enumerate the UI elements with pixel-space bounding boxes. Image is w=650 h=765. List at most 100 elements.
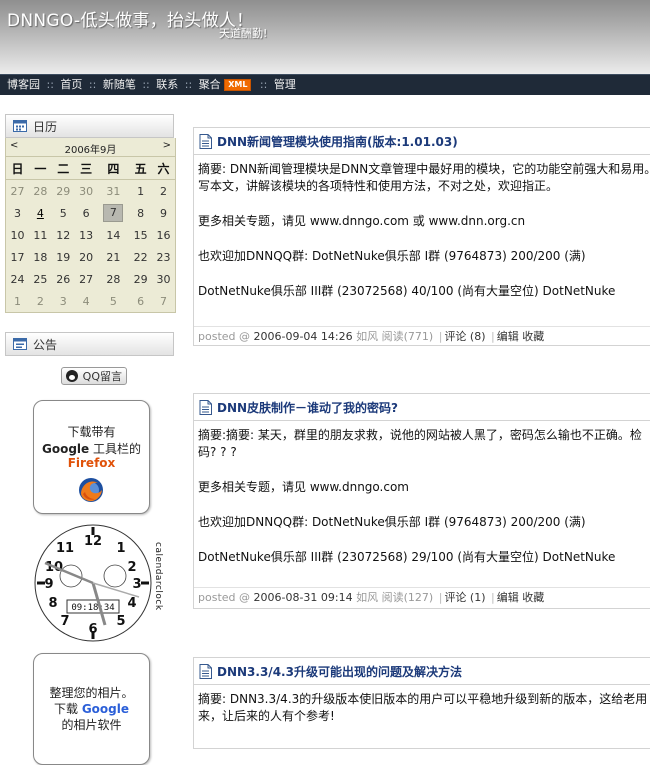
clock-numeral: 9 (44, 577, 53, 592)
firefox-google-toolbar-ad[interactable]: 下载带有 Google 工具栏的 Firefox (33, 400, 150, 514)
calendar-day: 3 (13, 206, 21, 220)
calendar-day-other-month: 1 (13, 294, 21, 308)
nav-separator: :: (259, 78, 268, 91)
post-summary-line: 摘要:摘要: 某天，群里的朋友求救，说他的网站被人黑了，密码怎么输也不正确。检 (198, 428, 642, 442)
calendar-day: 1 (137, 184, 145, 198)
photo-ad-line2: 下载 Google (53, 702, 129, 716)
calendar-day-link[interactable]: 4 (29, 202, 52, 224)
calendar-day-other-month: 2 (36, 294, 44, 308)
ad-line-download: 下载带有 (67, 425, 116, 439)
calendar-day-other-month: 6 (137, 294, 145, 308)
post-summary-line: 码? ? ? (198, 445, 237, 459)
post-edit-link[interactable]: 编辑 (497, 591, 519, 604)
calendar-day-today: 7 (98, 202, 130, 224)
qq-penguin-icon (66, 370, 78, 382)
post-read-count: 阅读(127) (381, 591, 434, 604)
nav-separator: :: (88, 78, 97, 91)
calendar-month-label: 2006年9月 (64, 145, 117, 156)
calendar-day: 13 (79, 228, 94, 242)
post-entry: DNN皮肤制作－谁动了我的密码? 摘要:摘要: 某天，群里的朋友求救，说他的网站… (193, 393, 650, 609)
calendar-day: 16 (156, 228, 171, 242)
post-summary-line: 摘要: DNN新闻管理模块是DNN文章管理中最好用的模块，它的功能空前强大和易用… (198, 162, 650, 176)
qq-message-button[interactable]: QQ留言 (61, 367, 127, 385)
post-footer: posted @ 2006-08-31 09:14 如风 阅读(127) | 评论… (194, 587, 650, 608)
clock-numeral: 1 (116, 541, 125, 556)
analog-clock: 12 1 2 3 4 5 6 7 8 9 10 11 09:18:34 (34, 524, 152, 642)
clock-numeral: 5 (116, 614, 125, 629)
notice-icon (13, 337, 27, 353)
qq-button-label: QQ留言 (82, 370, 122, 383)
calendar-day: 18 (33, 250, 48, 264)
calendar-day-other-month: 27 (10, 184, 25, 198)
post-favorite-link[interactable]: 收藏 (522, 591, 544, 604)
calendar-day: 30 (156, 272, 171, 286)
calendar-day-other-month: 29 (56, 184, 71, 198)
calendar-day: 14 (106, 228, 121, 242)
nav-item-cnblogs[interactable]: 博客园 (7, 78, 40, 91)
calendar: < 2006年9月 > 日一二三四五六 27 28 29 30 31 1 2 3 4 5 6 7 8 9 1… (5, 138, 176, 313)
calendar-title: 日历 (33, 120, 58, 134)
calendar-day: 15 (133, 228, 148, 242)
nav-item-admin[interactable]: 管理 (274, 78, 296, 91)
site-header: DNNGO-低头做事，抬头做人！ 天道酬勤! (0, 0, 650, 74)
nav-item-new-post[interactable]: 新随笔 (103, 78, 136, 91)
calendar-day: 22 (133, 250, 148, 264)
clock-numeral: 11 (56, 541, 74, 556)
notice-header: 公告 (5, 332, 174, 356)
site-title[interactable]: DNNGO-低头做事，抬头做人！ (7, 6, 254, 31)
calendar-day: 12 (56, 228, 71, 242)
nav-bar: 博客园 :: 首页 :: 新随笔 :: 联系 :: 聚合 XML :: 管理 (0, 74, 650, 95)
post-entry: DNN3.3/4.3升级可能出现的问题及解决方法 摘要: DNN3.3/4.3的… (193, 657, 650, 749)
post-qq-group-line: DotNetNuke俱乐部 III群 (23072568) 29/100 (尚有… (198, 550, 616, 564)
calendar-day: 24 (10, 272, 25, 286)
calendar-day: 19 (56, 250, 71, 264)
photo-ad-line1: 整理您的相片。 (49, 686, 134, 700)
calendar-day-other-month: 30 (79, 184, 94, 198)
nav-item-rss[interactable]: 聚合 (199, 78, 221, 91)
post-read-count: 阅读(771) (381, 330, 434, 343)
post-favorite-link[interactable]: 收藏 (522, 330, 544, 343)
xml-feed-badge[interactable]: XML (224, 79, 252, 91)
post-edit-link[interactable]: 编辑 (497, 330, 519, 343)
post-comments-link[interactable]: 评论 (8) (444, 330, 485, 343)
calendar-day: 10 (10, 228, 25, 242)
clock-numeral: 6 (88, 622, 97, 637)
post-qq-group-line: 也欢迎加DNNQQ群: DotNetNuke俱乐部 I群 (9764873) 2… (198, 249, 586, 263)
nav-item-contact[interactable]: 联系 (156, 78, 178, 91)
calendar-grid: 日一二三四五六 27 28 29 30 31 1 2 3 4 5 6 7 8 9 10 11 12 13 14 15 1… (6, 156, 175, 312)
calendar-weekday: 四 (97, 156, 130, 180)
ad-line-google-toolbar: Google 工具栏的 (41, 442, 141, 456)
nav-item-home[interactable]: 首页 (60, 78, 82, 91)
notice-body: QQ留言 下载带有 Google 工具栏的 Firefox 12 1 2 3 4… (5, 356, 174, 765)
post-qq-group-line: DotNetNuke俱乐部 III群 (23072568) 40/100 (尚有… (198, 284, 616, 298)
calendar-weekday: 六 (152, 156, 175, 180)
calendar-day: 26 (56, 272, 71, 286)
calendar-day: 20 (79, 250, 94, 264)
post-title-link[interactable]: DNN皮肤制作－谁动了我的密码? (217, 399, 398, 416)
post-title-link[interactable]: DNN新闻管理模块使用指南(版本:1.01.03) (217, 133, 458, 150)
calendar-day: 17 (10, 250, 25, 264)
document-icon (199, 400, 212, 419)
document-icon (199, 664, 212, 683)
google-picasa-ad[interactable]: 整理您的相片。 下载 Google 的相片软件 (33, 653, 150, 765)
post-author: 如风 (352, 330, 382, 343)
post-entry: DNN新闻管理模块使用指南(版本:1.01.03) 摘要: DNN新闻管理模块是… (193, 127, 650, 346)
clock-numeral: 3 (132, 577, 141, 592)
ad-line-firefox: Firefox (67, 456, 116, 470)
calendar-weekday: 一 (28, 156, 52, 180)
post-title-link[interactable]: DNN3.3/4.3升级可能出现的问题及解决方法 (217, 663, 462, 680)
photo-ad-line3: 的相片软件 (61, 718, 122, 732)
sidebar: 日历 < 2006年9月 > 日一二三四五六 27 28 29 30 31 1 2 3 4 5 6 7… (5, 114, 176, 765)
post-comments-link[interactable]: 评论 (1) (444, 591, 485, 604)
clock-digital-time: 09:18:34 (71, 603, 114, 613)
nav-separator: :: (142, 78, 150, 91)
calendar-weekday: 二 (51, 156, 75, 180)
nav-separator: :: (184, 78, 193, 91)
calendar-day-other-month: 3 (59, 294, 67, 308)
calendar-day: 8 (137, 206, 145, 220)
calendar-next-button[interactable]: > (163, 140, 171, 151)
clock-numeral: 2 (127, 560, 136, 575)
post-summary-line: 来，让后来的人有个参考! (198, 709, 335, 723)
clock-numeral: 8 (48, 596, 57, 611)
post-summary: 摘要:摘要: 某天，群里的朋友求救，说他的网站被人黑了，密码怎么输也不正确。检 … (194, 421, 650, 587)
